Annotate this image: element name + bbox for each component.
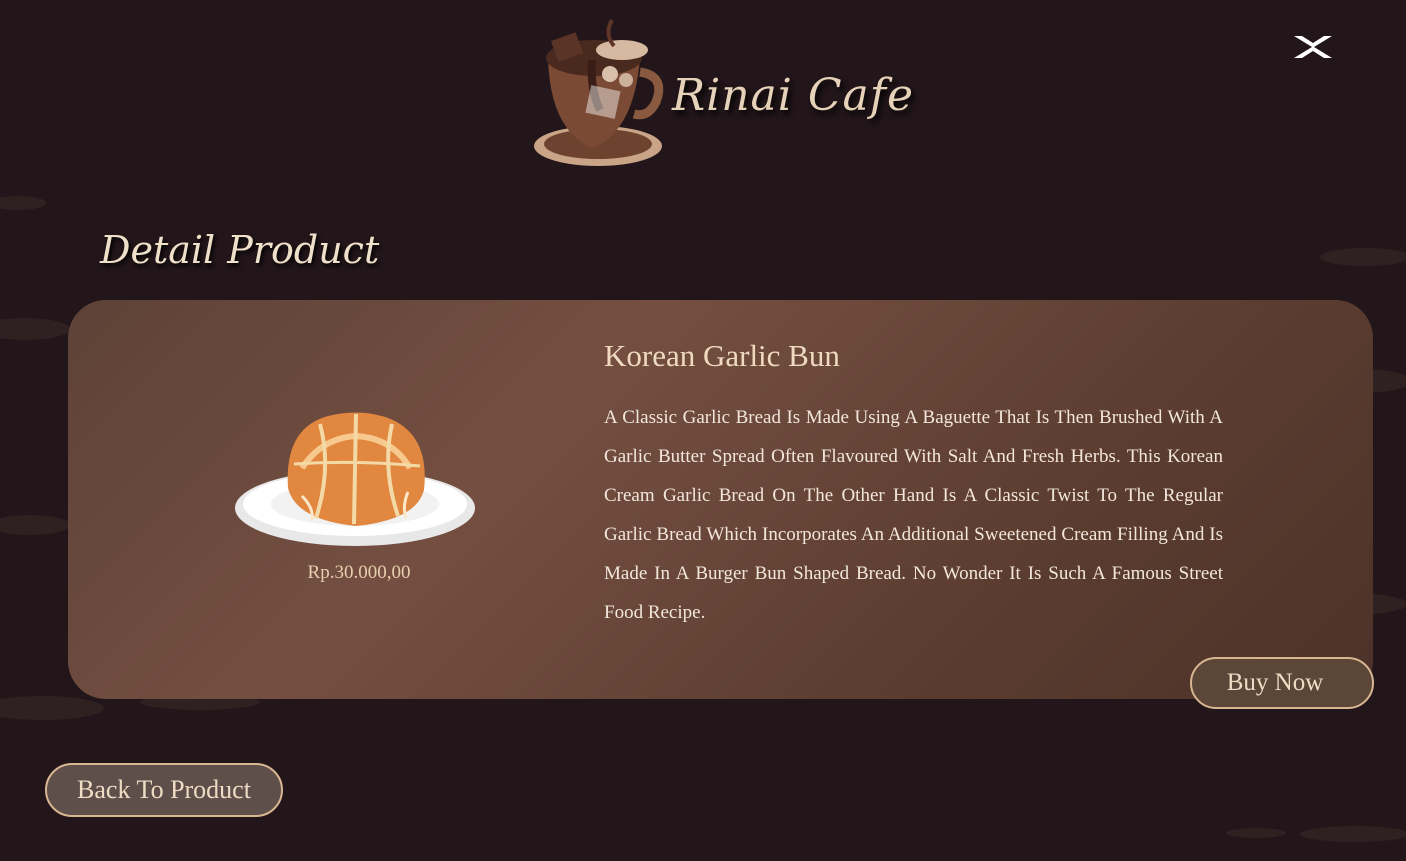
section-title: Detail Product bbox=[100, 228, 380, 272]
background-leaf bbox=[0, 696, 104, 720]
product-image bbox=[232, 408, 478, 550]
product-name: Korean Garlic Bun bbox=[604, 338, 840, 373]
garlic-bun-image bbox=[235, 412, 475, 546]
close-icon bbox=[1294, 36, 1332, 58]
close-button[interactable] bbox=[1292, 34, 1334, 60]
background-leaf bbox=[1226, 828, 1286, 838]
coffee-cup-logo-icon bbox=[534, 19, 664, 166]
buy-now-button[interactable]: Buy Now bbox=[1190, 657, 1374, 709]
background-leaf bbox=[0, 515, 70, 535]
background-leaf bbox=[0, 318, 70, 340]
product-price: Rp.30.000,00 bbox=[307, 562, 411, 583]
background-leaf bbox=[1300, 826, 1406, 842]
product-description: A Classic Garlic Bread Is Made Using A B… bbox=[604, 407, 1223, 623]
background-leaf bbox=[1320, 248, 1406, 266]
back-to-product-button[interactable]: Back To Product bbox=[45, 763, 283, 817]
brand-name: Rinai Cafe bbox=[672, 70, 915, 121]
background-leaf bbox=[0, 196, 46, 210]
